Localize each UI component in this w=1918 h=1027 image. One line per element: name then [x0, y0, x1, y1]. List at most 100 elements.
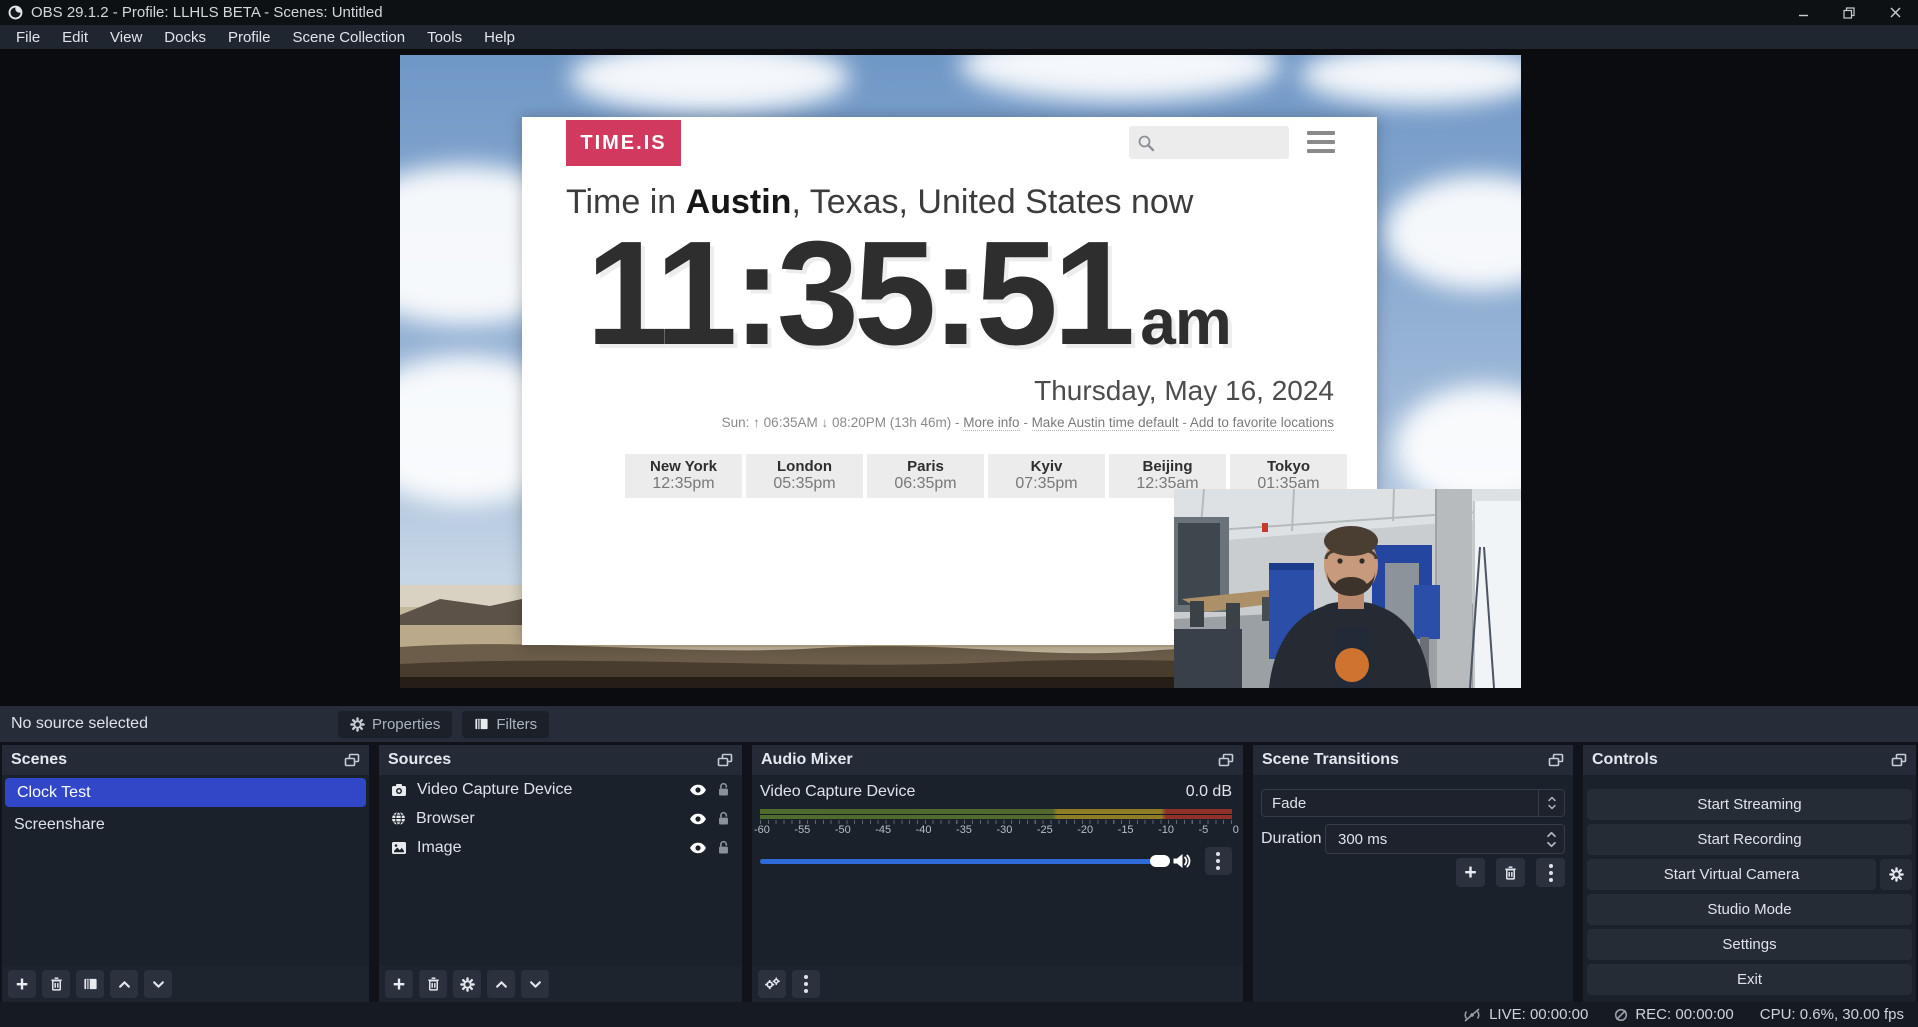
city-tile[interactable]: Paris06:35pm: [867, 454, 984, 498]
close-button[interactable]: [1872, 0, 1918, 25]
cpu-fps-stats: CPU: 0.6%, 30.00 fps: [1760, 1006, 1904, 1023]
move-source-up-button[interactable]: [487, 970, 515, 998]
more-info-link[interactable]: More info: [963, 415, 1019, 431]
maximize-button[interactable]: [1826, 0, 1872, 25]
gear-icon: [1889, 867, 1904, 882]
remove-scene-button[interactable]: [42, 970, 70, 998]
city-tile[interactable]: Kyiv07:35pm: [988, 454, 1105, 498]
speaker-icon[interactable]: [1172, 853, 1191, 869]
search-input[interactable]: [1129, 126, 1289, 159]
scene-item-screenshare[interactable]: Screenshare: [2, 810, 369, 839]
title-bar: OBS 29.1.2 - Profile: LLHLS BETA - Scene…: [0, 0, 1918, 25]
make-default-link[interactable]: Make Austin time default: [1032, 415, 1179, 431]
scenes-panel-header[interactable]: Scenes: [2, 745, 369, 775]
menu-edit[interactable]: Edit: [51, 25, 99, 49]
chevron-up-icon: [118, 980, 131, 989]
advanced-audio-button[interactable]: [758, 970, 786, 998]
source-item-image[interactable]: Image: [379, 833, 742, 862]
duration-spinbox[interactable]: 300 ms: [1325, 824, 1565, 854]
add-scene-button[interactable]: +: [8, 970, 36, 998]
controls-panel: Controls Start Streaming Start Recording…: [1583, 745, 1916, 1002]
move-scene-down-button[interactable]: [144, 970, 172, 998]
trash-icon: [1503, 865, 1518, 881]
mixer-options-button[interactable]: [1205, 847, 1232, 875]
transition-menu-button[interactable]: [1536, 858, 1565, 887]
popout-icon[interactable]: [717, 753, 733, 767]
settings-button[interactable]: Settings: [1587, 929, 1912, 960]
hamburger-menu-icon[interactable]: [1307, 131, 1335, 153]
studio-mode-button[interactable]: Studio Mode: [1587, 894, 1912, 925]
audio-mixer-header[interactable]: Audio Mixer: [752, 745, 1243, 775]
source-toolbar: No source selected Properties Filters: [0, 706, 1918, 742]
gear-icon: [460, 977, 475, 992]
scene-item-clock-test[interactable]: Clock Test: [5, 778, 366, 807]
city-tile[interactable]: London05:35pm: [746, 454, 863, 498]
timeis-logo[interactable]: TIME.IS: [566, 120, 681, 166]
gear-icon: [350, 717, 365, 732]
add-favorite-link[interactable]: Add to favorite locations: [1190, 415, 1334, 431]
visibility-eye-icon[interactable]: [689, 842, 707, 854]
source-item-browser[interactable]: Browser: [379, 804, 742, 833]
filters-button[interactable]: Filters: [462, 711, 549, 738]
move-source-down-button[interactable]: [521, 970, 549, 998]
move-scene-up-button[interactable]: [110, 970, 138, 998]
remove-transition-button[interactable]: [1496, 858, 1525, 887]
menu-docks[interactable]: Docks: [153, 25, 217, 49]
volume-slider-handle[interactable]: [1150, 855, 1170, 867]
menu-help[interactable]: Help: [473, 25, 526, 49]
sources-panel-header[interactable]: Sources: [379, 745, 742, 775]
popout-icon[interactable]: [1891, 753, 1907, 767]
volume-slider[interactable]: [760, 859, 1160, 864]
virtual-camera-config-button[interactable]: [1880, 859, 1912, 890]
chevron-up-icon: [495, 980, 508, 989]
select-chevrons-icon: [1538, 790, 1564, 816]
visibility-eye-icon[interactable]: [689, 813, 707, 825]
properties-button[interactable]: Properties: [338, 711, 452, 738]
lock-icon[interactable]: [717, 811, 730, 826]
start-recording-button[interactable]: Start Recording: [1587, 824, 1912, 855]
visibility-eye-icon[interactable]: [689, 784, 707, 796]
exit-button[interactable]: Exit: [1587, 964, 1912, 995]
chevron-down-icon: [152, 980, 165, 989]
lock-icon[interactable]: [717, 840, 730, 855]
add-transition-button[interactable]: +: [1456, 858, 1485, 887]
menu-profile[interactable]: Profile: [217, 25, 282, 49]
source-item-video-capture[interactable]: Video Capture Device: [379, 775, 742, 804]
menu-tools[interactable]: Tools: [416, 25, 473, 49]
add-source-button[interactable]: +: [385, 970, 413, 998]
transitions-header[interactable]: Scene Transitions: [1253, 745, 1573, 775]
scenes-toolbar: +: [2, 966, 369, 1002]
filter-icon: [83, 977, 98, 991]
menu-file[interactable]: File: [5, 25, 51, 49]
preview-canvas[interactable]: TIME.IS Time in Austin, Texas, United St…: [400, 55, 1521, 688]
menu-view[interactable]: View: [99, 25, 153, 49]
search-icon: [1137, 134, 1155, 152]
popout-icon[interactable]: [1218, 753, 1234, 767]
stream-inactive-icon: [1462, 1008, 1482, 1022]
duration-value: 300 ms: [1326, 831, 1538, 848]
popout-icon[interactable]: [1548, 753, 1564, 767]
transition-select[interactable]: Fade: [1261, 789, 1565, 817]
controls-header[interactable]: Controls: [1583, 745, 1916, 775]
date-display: Thursday, May 16, 2024: [1034, 375, 1334, 407]
remove-source-button[interactable]: [419, 970, 447, 998]
city-tile[interactable]: New York12:35pm: [625, 454, 742, 498]
kebab-icon: [1216, 852, 1220, 870]
minimize-button[interactable]: [1780, 0, 1826, 25]
mixer-toolbar: [752, 966, 1243, 1002]
spin-arrows-icon[interactable]: [1538, 831, 1564, 848]
double-gear-icon: [764, 977, 781, 992]
popout-icon[interactable]: [344, 753, 360, 767]
menu-scene-collection[interactable]: Scene Collection: [282, 25, 417, 49]
start-virtual-camera-button[interactable]: Start Virtual Camera: [1587, 859, 1876, 890]
minimize-icon: [1798, 7, 1809, 18]
scene-filters-button[interactable]: [76, 970, 104, 998]
rec-status: REC: 00:00:00: [1614, 1006, 1733, 1023]
webcam-overlay[interactable]: [1174, 489, 1521, 688]
mixer-menu-button[interactable]: [792, 970, 820, 998]
controls-body: Start Streaming Start Recording Start Vi…: [1583, 775, 1916, 1002]
start-streaming-button[interactable]: Start Streaming: [1587, 789, 1912, 820]
source-properties-button[interactable]: [453, 970, 481, 998]
lock-icon[interactable]: [717, 782, 730, 797]
obs-window: OBS 29.1.2 - Profile: LLHLS BETA - Scene…: [0, 0, 1918, 1027]
